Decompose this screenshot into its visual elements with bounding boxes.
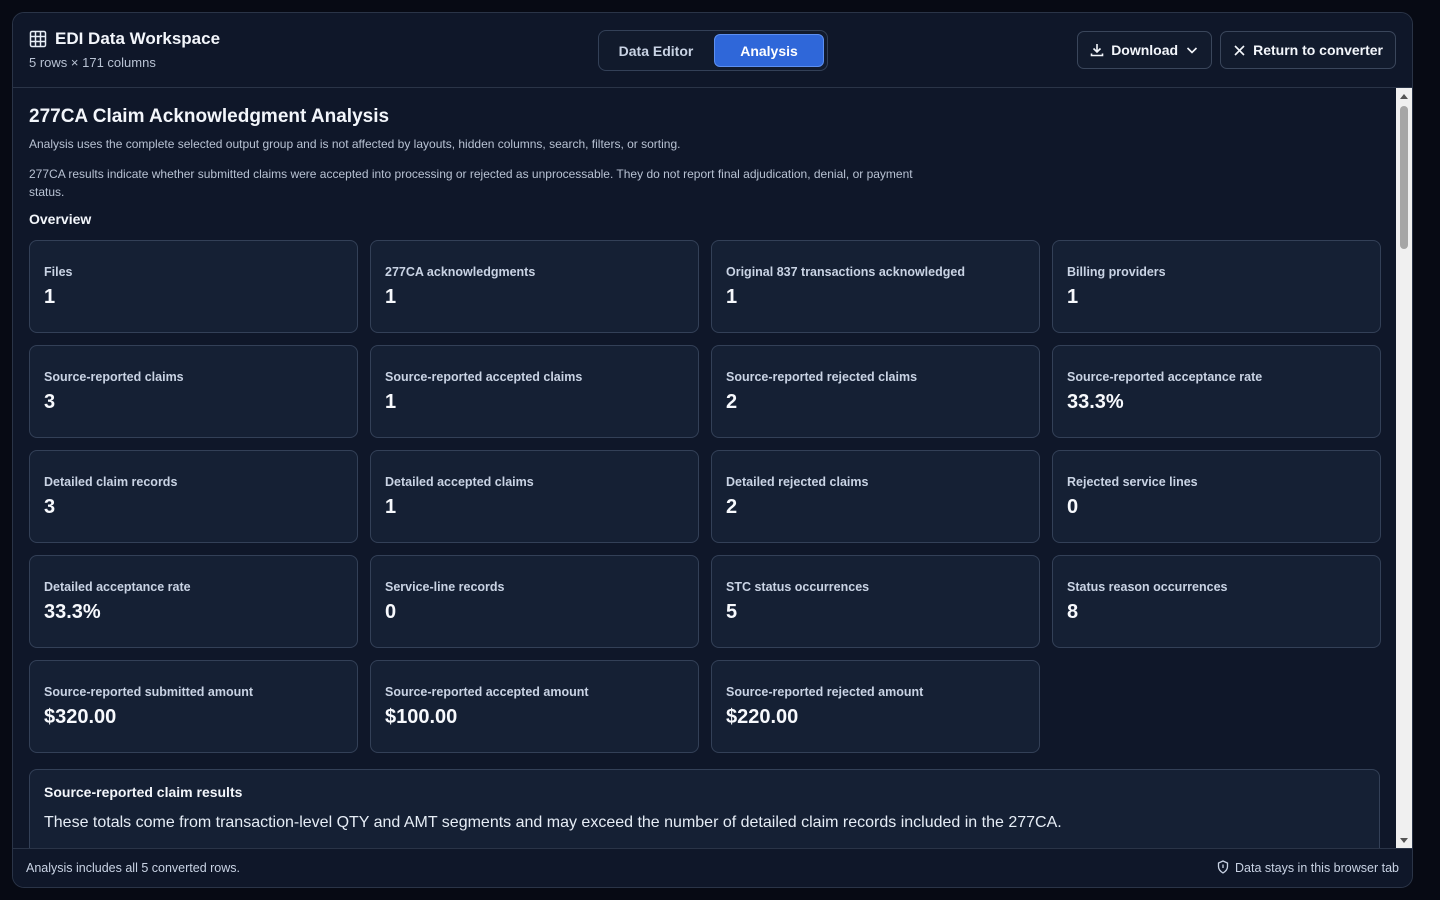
metric-value: $220.00 [726,706,799,728]
metric-label: Source-reported submitted amount [44,685,254,699]
page-title: 277CA Claim Acknowledgment Analysis [29,106,390,127]
metric-label: 277CA acknowledgments [385,265,536,279]
metric-label: Source-reported rejected amount [726,685,924,699]
metric-value: 1 [44,286,56,308]
title-row: EDI Data Workspace [29,29,220,49]
metric-card: Status reason occurrences 8 [1052,555,1381,648]
dataset-size: 5 rows × 171 columns [29,55,156,70]
metric-card: Rejected service lines 0 [1052,450,1381,543]
privacy-text: Data stays in this browser tab [1235,861,1399,875]
results-description: These totals come from transaction-level… [44,814,1062,831]
tab-analysis[interactable]: Analysis [714,34,824,67]
metric-card: Source-reported rejected claims 2 [711,345,1040,438]
metric-value: 2 [726,391,738,413]
metric-label: Status reason occurrences [1067,580,1228,594]
metric-card: Files 1 [29,240,358,333]
overview-cards: Files 1 277CA acknowledgments 1 Original 837… [29,240,1381,753]
header-actions: Download Return to converter [1077,31,1396,69]
metric-value: 1 [385,391,397,413]
metric-label: Detailed claim records [44,475,178,489]
analysis-panel: 277CA Claim Acknowledgment Analysis Anal… [13,88,1396,848]
metric-card: Service-line records 0 [370,555,699,648]
metric-card: Detailed rejected claims 2 [711,450,1040,543]
return-to-converter-button[interactable]: Return to converter [1220,31,1396,69]
metric-label: Source-reported acceptance rate [1067,370,1263,384]
metric-label: Source-reported accepted amount [385,685,589,699]
metric-card: Source-reported rejected amount $220.00 [711,660,1040,753]
metric-value: 33.3% [1067,391,1124,413]
metric-card: Source-reported accepted claims 1 [370,345,699,438]
scrollbar-thumb[interactable] [1400,106,1408,249]
workspace-window: EDI Data Workspace 5 rows × 171 columns … [12,12,1413,888]
grid-icon [29,30,47,48]
metric-card: STC status occurrences 5 [711,555,1040,648]
metric-label: Detailed acceptance rate [44,580,191,594]
metric-value: 2 [726,496,738,518]
metric-value: 0 [385,601,397,623]
metric-label: Files [44,265,73,279]
title-block: EDI Data Workspace 5 rows × 171 columns [29,29,220,70]
metric-label: Billing providers [1067,265,1166,279]
metric-value: 8 [1067,601,1079,623]
metric-value: 1 [385,286,397,308]
metric-value: 5 [726,601,738,623]
metric-card: Source-reported accepted amount $100.00 [370,660,699,753]
metric-card: Detailed claim records 3 [29,450,358,543]
download-button[interactable]: Download [1077,31,1213,69]
privacy-note: Data stays in this browser tab [1217,859,1399,877]
metric-value: 1 [385,496,397,518]
status-footer: Analysis includes all 5 converted rows. … [13,848,1412,887]
metric-card: Source-reported acceptance rate 33.3% [1052,345,1381,438]
analysis-note: 277CA results indicate whether submitted… [29,167,913,199]
analysis-scope-text: Analysis uses the complete selected outp… [29,137,681,151]
chevron-down-icon [1185,43,1199,57]
metric-label: Detailed accepted claims [385,475,534,489]
results-title: Source-reported claim results [44,784,243,800]
shield-icon [1217,859,1229,877]
metric-value: 3 [44,391,56,413]
scroll-down-arrow[interactable] [1396,832,1412,848]
workspace-header: EDI Data Workspace 5 rows × 171 columns … [13,13,1412,88]
metric-card: Billing providers 1 [1052,240,1381,333]
download-icon [1090,43,1104,57]
metric-card: Original 837 transactions acknowledged 1 [711,240,1040,333]
metric-value: 1 [726,286,738,308]
return-label: Return to converter [1253,42,1383,58]
analysis-row-count: Analysis includes all 5 converted rows. [26,861,240,875]
download-label: Download [1111,42,1179,58]
metric-value: 3 [44,496,56,518]
vertical-scrollbar[interactable] [1396,88,1412,848]
overview-heading: Overview [29,211,92,227]
metric-card: 277CA acknowledgments 1 [370,240,699,333]
metric-value: 33.3% [44,601,101,623]
metric-card: Detailed accepted claims 1 [370,450,699,543]
metric-label: Source-reported claims [44,370,184,384]
metric-label: Original 837 transactions acknowledged [726,265,965,279]
metric-card: Source-reported submitted amount $320.00 [29,660,358,753]
app-title: EDI Data Workspace [55,29,221,48]
metric-value: $100.00 [385,706,458,728]
source-reported-results-panel: Source-reported claim results These tota… [29,769,1380,848]
metric-card: Source-reported claims 3 [29,345,358,438]
metric-value: $320.00 [44,706,117,728]
metric-label: STC status occurrences [726,580,870,594]
metric-value: 0 [1067,496,1079,518]
metric-label: Source-reported accepted claims [385,370,583,384]
metric-card: Detailed acceptance rate 33.3% [29,555,358,648]
metric-label: Rejected service lines [1067,475,1198,489]
metric-label: Detailed rejected claims [726,475,869,489]
close-icon [1233,44,1246,57]
view-tabs: Data Editor Analysis [598,30,828,71]
scroll-up-arrow[interactable] [1396,88,1412,104]
metric-label: Service-line records [385,580,505,594]
tab-data-editor[interactable]: Data Editor [602,34,710,67]
metric-value: 1 [1067,286,1079,308]
metric-label: Source-reported rejected claims [726,370,918,384]
